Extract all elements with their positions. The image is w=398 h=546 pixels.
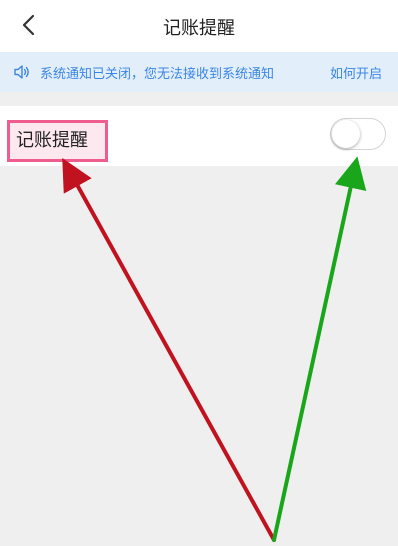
reminder-settings-page: 记账提醒 系统通知已关闭，您无法接收到系统通知 如何开启 记账提醒 [0, 0, 398, 546]
red-arrow [62, 158, 276, 542]
reminder-setting-label: 记账提醒 [16, 130, 88, 151]
page-title: 记账提醒 [163, 18, 235, 39]
green-arrow [272, 156, 367, 542]
how-to-enable-link[interactable]: 如何开启 [330, 63, 382, 82]
navigation-bar: 记账提醒 [0, 0, 398, 52]
reminder-toggle-switch[interactable] [330, 118, 386, 150]
notice-message: 系统通知已关闭，您无法接收到系统通知 [40, 67, 275, 82]
section-divider [0, 92, 398, 106]
toggle-knob [332, 120, 360, 148]
speaker-icon [14, 65, 29, 79]
notification-disabled-banner: 系统通知已关闭，您无法接收到系统通知 如何开启 [0, 52, 398, 92]
